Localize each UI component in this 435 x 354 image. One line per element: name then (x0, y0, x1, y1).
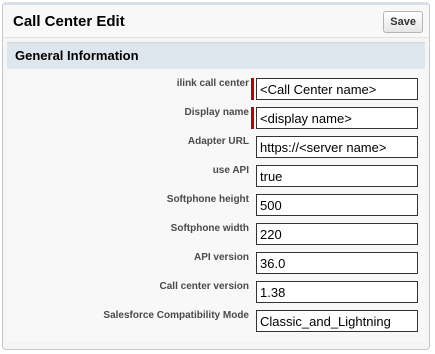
page-title: Call Center Edit (13, 13, 125, 30)
field-row-use-api: use API (7, 163, 425, 192)
field-row-softphone-width: Softphone width (7, 221, 425, 250)
api-version-input[interactable] (256, 252, 418, 274)
field-label: Adapter URL (187, 136, 249, 147)
form-fields: ilink call center Display name Adapter U… (7, 69, 425, 342)
field-row-adapter-url: Adapter URL (7, 134, 425, 163)
field-row-display-name: Display name (7, 105, 425, 134)
field-row-api-version: API version (7, 250, 425, 279)
use-api-input[interactable] (256, 165, 418, 187)
section-header: General Information (7, 42, 425, 69)
section-title: General Information (15, 48, 139, 63)
field-row-call-center-version: Call center version (7, 279, 425, 308)
compatibility-mode-input[interactable] (256, 310, 418, 332)
call-center-name-input[interactable] (256, 78, 418, 100)
save-button[interactable]: Save (383, 11, 423, 33)
field-label: ilink call center (176, 78, 249, 89)
field-label: Softphone width (170, 223, 249, 234)
panel-header: Call Center Edit Save (3, 5, 429, 38)
field-row-compatibility-mode: Salesforce Compatibility Mode (7, 308, 425, 337)
softphone-height-input[interactable] (256, 194, 418, 216)
call-center-version-input[interactable] (256, 281, 418, 303)
field-label: Softphone height (166, 194, 249, 205)
required-marker (251, 78, 254, 100)
field-row-softphone-height: Softphone height (7, 192, 425, 221)
field-label: Salesforce Compatibility Mode (103, 310, 249, 321)
adapter-url-input[interactable] (256, 136, 418, 158)
field-label: use API (212, 165, 249, 176)
display-name-input[interactable] (256, 107, 418, 129)
field-row-ilink-call-center: ilink call center (7, 76, 425, 105)
field-label: API version (193, 252, 249, 263)
field-label: Call center version (159, 281, 249, 292)
softphone-width-input[interactable] (256, 223, 418, 245)
call-center-edit-panel: Call Center Edit Save General Informatio… (2, 2, 430, 350)
required-marker (251, 107, 254, 129)
field-label: Display name (184, 107, 249, 118)
